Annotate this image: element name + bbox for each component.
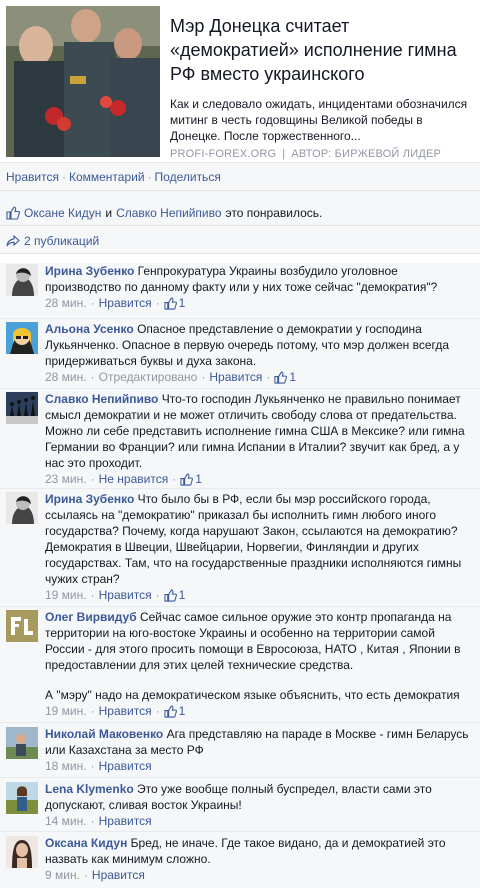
article-description: Как и следовало ожидать, инцидентами обо… — [170, 97, 468, 143]
comment-meta: 14 мин. · Нравится — [45, 813, 152, 830]
comment-like-count[interactable]: 1 — [163, 295, 186, 312]
comment-meta: 18 мин. · Нравится — [45, 758, 152, 775]
comment-time[interactable]: 19 мин. — [45, 587, 87, 604]
like-count-value: 1 — [289, 370, 296, 384]
comment-author[interactable]: Славко Непийпиво — [45, 392, 158, 406]
comment-author[interactable]: Оксана Кидун — [45, 836, 127, 850]
comment-meta: 9 мин. · Нравится — [45, 867, 145, 884]
avatar[interactable] — [6, 836, 38, 868]
comment-edited-label[interactable]: Отредактировано — [99, 369, 198, 386]
like-link[interactable]: Нравится — [6, 170, 59, 184]
avatar[interactable] — [6, 322, 38, 354]
comment-author[interactable]: Альона Усенко — [45, 322, 134, 336]
comment-time[interactable]: 19 мин. — [45, 703, 87, 720]
comment-like-button[interactable]: Нравится — [99, 813, 152, 830]
like-count-value: 1 — [178, 588, 186, 602]
comment-like-count[interactable]: 1 — [163, 703, 186, 720]
comment-author[interactable]: Ирина Зубенко — [45, 264, 134, 278]
comment-like-button[interactable]: Нравится — [209, 369, 262, 386]
comment-like-count[interactable]: 1 — [274, 369, 296, 386]
comment-meta: 28 мин. · Отредактировано · Нравится · 1 — [45, 369, 296, 386]
comment-text: Что было бы в РФ, если бы мэр российског… — [45, 492, 462, 586]
thumbs-up-icon — [180, 473, 194, 486]
thumbs-up-icon — [274, 371, 288, 384]
avatar[interactable] — [6, 782, 38, 814]
article-author: АВТОР: БИРЖЕВОЙ ЛИДЕР — [291, 148, 442, 160]
comment-author[interactable]: Ирина Зубенко — [45, 492, 134, 506]
comment-item: Ирина Зубенко Что было бы в РФ, если бы … — [0, 489, 480, 607]
comment-author[interactable]: Олег Вирвидуб — [45, 610, 137, 624]
shares-summary[interactable]: 2 публикаций — [0, 226, 480, 254]
comment-meta: 19 мин. · Нравится · 1 — [45, 703, 186, 720]
comment-item: Ирина Зубенко Генпрокуратура Украины воз… — [0, 263, 480, 319]
comments-list: Ирина Зубенко Генпрокуратура Украины воз… — [0, 263, 480, 888]
likes-summary: Оксане Кидун и Славко Непийпиво это понр… — [0, 191, 480, 226]
comment-item: Альона Усенко Опасное представление о де… — [0, 319, 480, 389]
article-source: PROFI-FOREX.ORG — [170, 148, 277, 160]
comment-like-button[interactable]: Нравится — [99, 703, 152, 720]
thumbs-up-icon — [6, 205, 20, 220]
liker-slavko[interactable]: Славко Непийпиво — [116, 206, 221, 220]
comment-item: Оксана Кидун Бред, не иначе. Где такое в… — [0, 832, 480, 888]
comment-item: Славко Непийпиво Что-то господин Лукьянч… — [0, 389, 480, 489]
comment-like-button[interactable]: Нравится — [99, 295, 152, 312]
comment-item: Олег Вирвидуб Сейчас самое сильное оружи… — [0, 607, 480, 723]
comment-unlike-button[interactable]: Не нравится — [99, 471, 169, 488]
like-count-value: 1 — [178, 296, 186, 310]
shares-count[interactable]: 2 публикаций — [24, 234, 99, 248]
comment-time[interactable]: 28 мин. — [45, 369, 87, 386]
comment-time[interactable]: 28 мин. — [45, 295, 87, 312]
liker-oksana[interactable]: Оксане Кидун — [24, 206, 101, 220]
thumbs-up-icon — [163, 705, 177, 718]
comment-meta: 28 мин. · Нравится · 1 — [45, 295, 186, 312]
thumbs-up-icon — [163, 589, 177, 602]
share-link[interactable]: Поделиться — [155, 170, 221, 184]
thumbs-up-icon — [163, 297, 177, 310]
shared-article-card[interactable]: Мэр Донецка считает «демократией» исполн… — [0, 0, 480, 163]
post-actions: Нравится · Комментарий · Поделиться — [0, 163, 480, 191]
comment-like-button[interactable]: Нравится — [99, 587, 152, 604]
avatar[interactable] — [6, 727, 38, 759]
avatar[interactable] — [6, 610, 38, 642]
likes-suffix: это понравилось. — [225, 205, 323, 220]
comment-link[interactable]: Комментарий — [69, 170, 145, 184]
comment-time[interactable]: 14 мин. — [45, 813, 87, 830]
like-count-value: 1 — [178, 704, 186, 718]
article-meta: PROFI-FOREX.ORG | АВТОР: БИРЖЕВОЙ ЛИДЕР — [170, 148, 442, 160]
comment-like-count[interactable]: 1 — [180, 471, 202, 488]
comment-meta: 19 мин. · Нравится · 1 — [45, 587, 186, 604]
comment-time[interactable]: 23 мин. — [45, 471, 87, 488]
comment-text-continued: А "мэру" надо на демократическом языке о… — [45, 688, 460, 702]
likes-conj: и — [105, 205, 113, 220]
comment-item: Николай Маковенко Ага представляю на пар… — [0, 723, 480, 778]
comment-time[interactable]: 18 мин. — [45, 758, 87, 775]
avatar[interactable] — [6, 264, 38, 296]
comment-time[interactable]: 9 мин. — [45, 867, 80, 884]
comment-author[interactable]: Николай Маковенко — [45, 727, 163, 741]
avatar[interactable] — [6, 392, 38, 424]
veterans-photo — [6, 6, 160, 157]
comment-like-button[interactable]: Нравится — [92, 867, 145, 884]
avatar[interactable] — [6, 492, 38, 524]
comment-like-count[interactable]: 1 — [163, 587, 186, 604]
article-title[interactable]: Мэр Донецка считает «демократией» исполн… — [170, 14, 476, 86]
comment-author[interactable]: Lena Klymenko — [45, 782, 134, 796]
comment-item: Lena Klymenko Это уже вообще полный бусп… — [0, 778, 480, 832]
article-thumbnail[interactable] — [6, 6, 160, 157]
like-count-value: 1 — [195, 472, 202, 486]
share-arrow-icon — [6, 234, 20, 246]
comment-like-button[interactable]: Нравится — [99, 758, 152, 775]
